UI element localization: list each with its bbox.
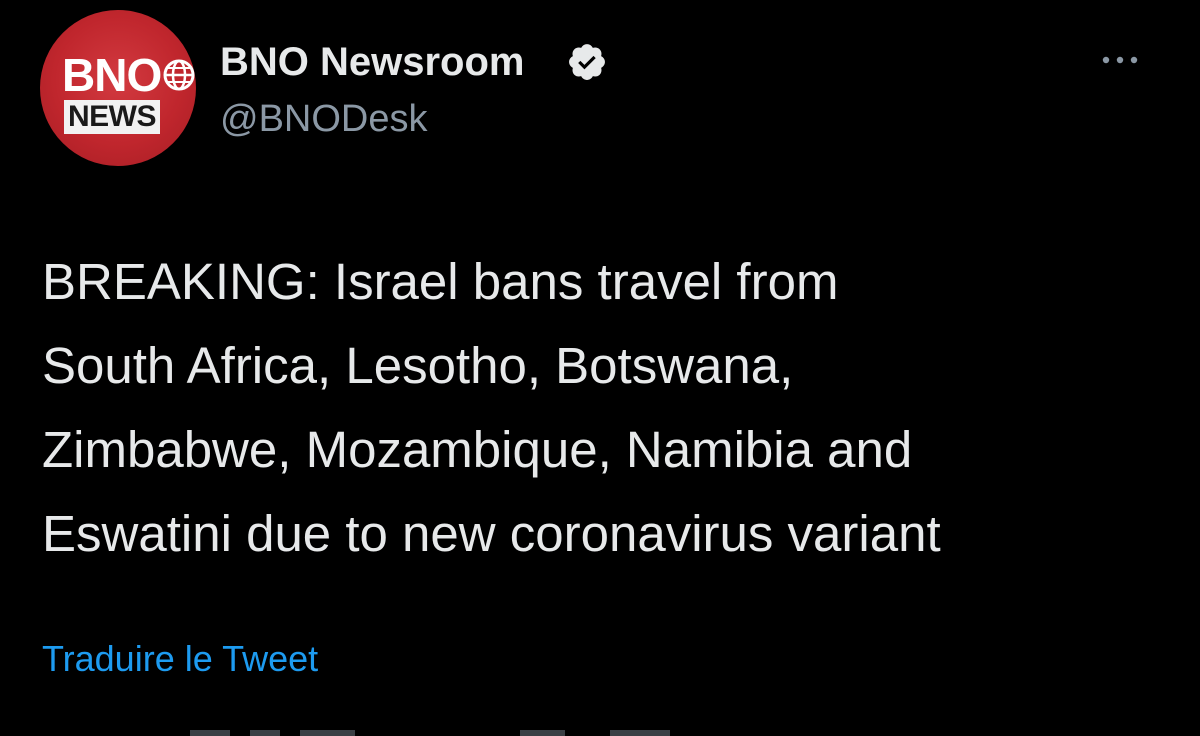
avatar-news-label: NEWS: [64, 100, 160, 134]
tweet: BNO NEWS BNO Newsroom @BNODesk BREAKING:…: [0, 0, 1200, 736]
author-handle[interactable]: @BNODesk: [220, 96, 428, 142]
author-avatar[interactable]: BNO NEWS: [40, 10, 196, 166]
verified-badge-icon: [569, 44, 605, 80]
avatar-logo-text: BNO: [62, 49, 162, 101]
author-display-name[interactable]: BNO Newsroom: [220, 38, 525, 86]
more-options-icon[interactable]: [1096, 48, 1144, 72]
avatar-logo: BNO: [62, 50, 195, 100]
globe-icon: [163, 59, 195, 91]
tweet-text: BREAKING: Israel bans travel from South …: [42, 253, 941, 562]
translate-tweet-link[interactable]: Traduire le Tweet: [42, 636, 318, 682]
